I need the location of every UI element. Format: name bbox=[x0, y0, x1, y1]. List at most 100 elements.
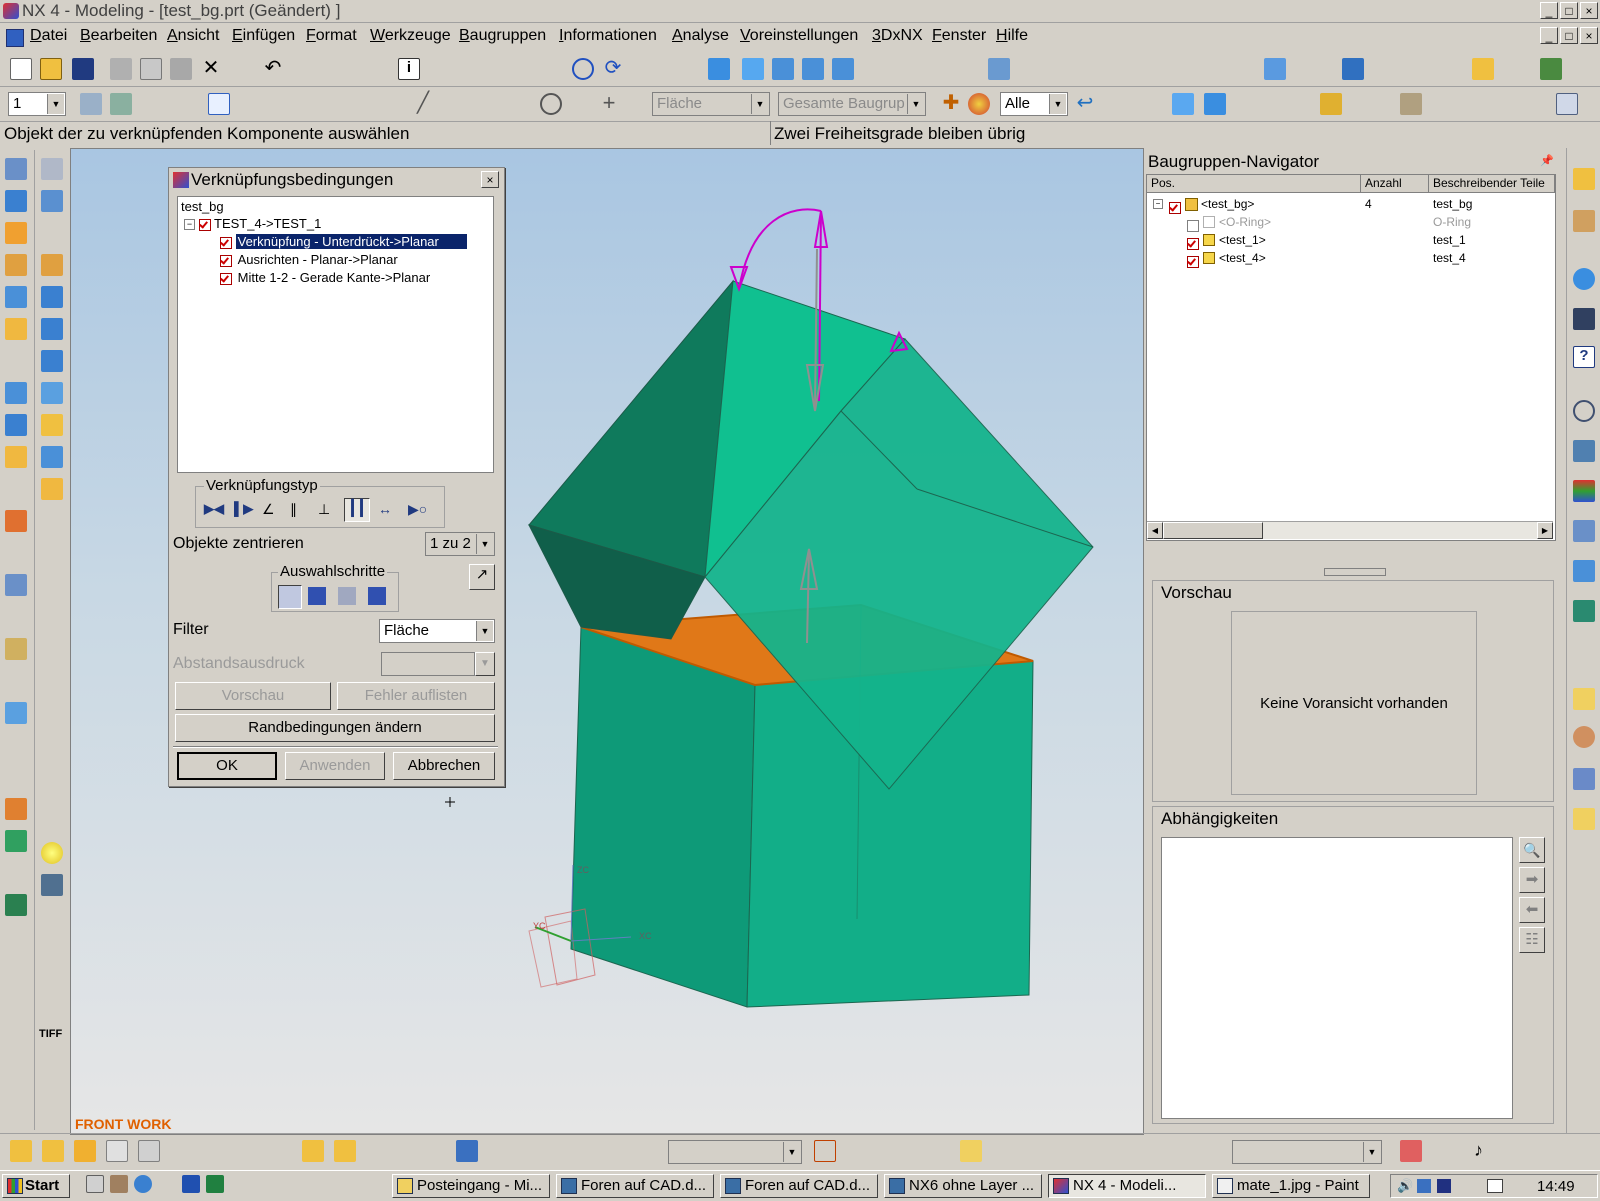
step-2-icon[interactable] bbox=[308, 587, 326, 605]
assembly-navigator-tab-icon[interactable] bbox=[1573, 168, 1595, 190]
new-file-icon[interactable] bbox=[10, 58, 32, 80]
trim-icon[interactable] bbox=[5, 894, 27, 916]
delete-icon[interactable]: ✕ bbox=[200, 58, 222, 80]
block-icon[interactable] bbox=[1264, 58, 1286, 80]
mate-type-perpendicular-icon[interactable]: ⊥ bbox=[318, 501, 336, 519]
center-objects-select[interactable]: 1 zu 2 ▼ bbox=[425, 532, 495, 556]
mail-icon[interactable] bbox=[1487, 1179, 1503, 1193]
revolve-icon[interactable] bbox=[5, 222, 27, 244]
open-folder-icon[interactable] bbox=[40, 58, 62, 80]
task-foren-1[interactable]: Foren auf CAD.d... bbox=[556, 1174, 714, 1198]
assembly-tool-2-icon[interactable] bbox=[42, 1140, 64, 1162]
explode-icon[interactable] bbox=[456, 1140, 478, 1162]
tray-app-icon[interactable] bbox=[1437, 1179, 1451, 1193]
pin-icon[interactable]: 📌 bbox=[1540, 154, 1554, 167]
wave-link-icon[interactable] bbox=[814, 1140, 836, 1162]
minimize-button[interactable]: _ bbox=[1540, 2, 1558, 19]
tree-item-1[interactable]: Ausrichten - Planar->Planar bbox=[220, 252, 398, 267]
menu-datei[interactable]: Datei bbox=[30, 27, 67, 45]
lightbulb-icon[interactable] bbox=[41, 842, 63, 864]
filter-select[interactable]: Fläche ▼ bbox=[379, 619, 495, 643]
system-materials-icon[interactable] bbox=[1573, 520, 1595, 542]
column-description[interactable]: Beschreibender Teile bbox=[1429, 175, 1555, 193]
camera-icon[interactable] bbox=[41, 874, 63, 896]
undo-icon[interactable]: ↶ bbox=[262, 58, 284, 80]
assembly-icon[interactable] bbox=[1342, 58, 1364, 80]
scroll-left-arrow[interactable]: ◀ bbox=[1147, 522, 1163, 539]
task-paint[interactable]: mate_1.jpg - Paint bbox=[1212, 1174, 1370, 1198]
menu-analyse[interactable]: Analyse bbox=[672, 27, 729, 45]
paste-icon[interactable] bbox=[170, 58, 192, 80]
dialog-close-button[interactable]: × bbox=[481, 171, 499, 188]
mate-type-mate-icon[interactable]: ▶◀ bbox=[204, 501, 224, 519]
tree-item-checkbox[interactable] bbox=[220, 254, 232, 267]
analysis-icon[interactable] bbox=[1400, 93, 1422, 115]
datum-axis-icon[interactable] bbox=[41, 190, 63, 212]
layer-visible-icon[interactable] bbox=[110, 93, 132, 115]
task-posteingang[interactable]: Posteingang - Mi... bbox=[392, 1174, 550, 1198]
dependencies-area[interactable] bbox=[1161, 837, 1513, 1119]
sweep-icon[interactable] bbox=[5, 254, 27, 276]
menu-fenster[interactable]: Fenster bbox=[932, 27, 986, 45]
list-view-icon[interactable]: ☷ bbox=[1519, 927, 1545, 953]
doc-close-button[interactable]: × bbox=[1580, 27, 1598, 44]
thread-icon[interactable] bbox=[41, 478, 63, 500]
menu-voreinstellungen[interactable]: Voreinstellungen bbox=[740, 27, 858, 45]
folder-icon[interactable] bbox=[1573, 688, 1595, 710]
window-layout-icon[interactable] bbox=[1556, 93, 1578, 115]
pad-icon[interactable] bbox=[5, 414, 27, 436]
scroll-right-arrow[interactable]: ▶ bbox=[1537, 522, 1553, 539]
menu-informationen[interactable]: Informationen bbox=[559, 27, 657, 45]
snap-point-icon[interactable] bbox=[208, 93, 230, 115]
mate-component-icon[interactable] bbox=[302, 1140, 324, 1162]
shaded-view-icon[interactable] bbox=[708, 58, 730, 80]
select-crosshair-icon[interactable]: ✚ bbox=[940, 93, 962, 115]
change-constraints-button[interactable]: Randbedingungen ändern bbox=[175, 714, 495, 742]
body-select-icon[interactable] bbox=[1204, 93, 1226, 115]
list-errors-button[interactable]: Fehler auflisten bbox=[337, 682, 495, 710]
mate-type-tangent-icon[interactable]: ▶○ bbox=[408, 501, 427, 519]
forward-arrow-icon[interactable]: ➡ bbox=[1519, 867, 1545, 893]
blend-icon[interactable] bbox=[5, 638, 27, 660]
boolean-icon[interactable] bbox=[5, 830, 27, 852]
dialog-title-bar[interactable]: Verknüpfungsbedingungen × bbox=[169, 168, 504, 192]
user-icon[interactable] bbox=[1573, 726, 1595, 748]
apply-button[interactable]: Anwenden bbox=[285, 752, 385, 780]
history-icon[interactable] bbox=[1573, 400, 1595, 422]
cut-icon[interactable] bbox=[110, 58, 132, 80]
collapse-icon[interactable]: − bbox=[1153, 199, 1163, 209]
reset-selection-button[interactable]: ↗ bbox=[469, 564, 495, 590]
chamfer-icon[interactable] bbox=[5, 574, 27, 596]
web-browser-icon[interactable] bbox=[1573, 268, 1595, 290]
scope-filter-select[interactable]: Gesamte Baugrup ▼ bbox=[778, 92, 926, 116]
reference-set-select[interactable]: ▼ bbox=[1232, 1140, 1382, 1164]
tree-item-checkbox[interactable] bbox=[220, 236, 232, 249]
new-component-icon[interactable] bbox=[106, 1140, 128, 1162]
doc-minimize-button[interactable]: _ bbox=[1540, 27, 1558, 44]
constraint-tree[interactable]: test_bg − TEST_4->TEST_1 Verknüpfung - U… bbox=[177, 196, 494, 473]
shell-icon[interactable] bbox=[5, 702, 27, 724]
groove-icon[interactable] bbox=[5, 510, 27, 532]
collapse-icon[interactable]: − bbox=[184, 219, 195, 231]
column-pos[interactable]: Pos. bbox=[1147, 175, 1361, 193]
draft-icon[interactable] bbox=[41, 414, 63, 436]
tree-parent-node[interactable]: − TEST_4->TEST_1 bbox=[184, 216, 321, 231]
extrude-icon[interactable] bbox=[5, 190, 27, 212]
zoom-icon[interactable] bbox=[572, 58, 594, 80]
reuse-library-icon[interactable] bbox=[1573, 560, 1595, 582]
sketch-icon[interactable] bbox=[988, 58, 1010, 80]
task-foren-2[interactable]: Foren auf CAD.d... bbox=[720, 1174, 878, 1198]
navigator-table[interactable]: Pos. Anzahl Beschreibender Teile − <test… bbox=[1146, 174, 1556, 541]
task-nx6[interactable]: NX6 ohne Layer ... bbox=[884, 1174, 1042, 1198]
view-right-icon[interactable] bbox=[802, 58, 824, 80]
add-component-icon[interactable] bbox=[74, 1140, 96, 1162]
step-4-icon[interactable] bbox=[368, 587, 386, 605]
layer-settings-icon[interactable] bbox=[80, 93, 102, 115]
explosion-select[interactable]: ▼ bbox=[668, 1140, 802, 1164]
part-navigator-tab-icon[interactable] bbox=[1573, 210, 1595, 232]
sketch-tool-icon[interactable] bbox=[5, 158, 27, 180]
menu-hilfe[interactable]: Hilfe bbox=[996, 27, 1028, 45]
mate-type-angle-icon[interactable]: ∠ bbox=[262, 501, 280, 519]
training-icon[interactable] bbox=[1573, 308, 1595, 330]
palette-icon[interactable] bbox=[1573, 440, 1595, 462]
